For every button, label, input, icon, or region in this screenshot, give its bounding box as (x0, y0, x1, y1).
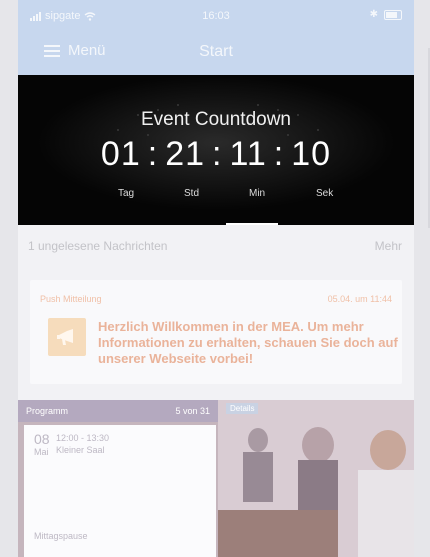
entry-day: 08 (34, 431, 50, 447)
program-entry[interactable]: 08 Mai 12:00 - 13:30 Kleiner Saal Mittag… (24, 425, 216, 557)
status-time: 16:03 (202, 10, 230, 22)
entry-room: Kleiner Saal (56, 445, 105, 455)
countdown-days: 01 (100, 135, 141, 173)
app-screen: sipgate 16:03 ✱ Menü Start Event Countdo… (18, 0, 414, 557)
hours-label: Std (184, 188, 200, 199)
message-date: 05.04. um 11:44 (327, 294, 392, 304)
countdown-minutes: 11 (229, 135, 267, 173)
more-link[interactable]: Mehr (375, 239, 402, 253)
entry-title: Mittagspause (34, 531, 88, 541)
program-counter: 5 von 31 (175, 406, 210, 416)
program-title: Programm (26, 406, 69, 416)
unread-count: 1 ungelesene Nachrichten (28, 239, 168, 253)
message-card[interactable]: Push Mitteilung 05.04. um 11:44 Herzlich… (30, 280, 402, 384)
bluetooth-icon: ✱ (369, 9, 378, 20)
countdown-hours: 21 (165, 135, 206, 173)
event-countdown: Event Countdown 01:21:11:10 Tag Std Min … (18, 75, 414, 225)
battery-icon (384, 9, 402, 20)
program-section: Programm 5 von 31 Details 08 Mai 12:00 -… (18, 400, 414, 557)
entry-time: 12:00 - 13:30 (56, 433, 110, 443)
days-label: Tag (118, 188, 135, 199)
page-title: Start (199, 43, 233, 60)
megaphone-icon (48, 318, 86, 356)
program-header: Programm 5 von 31 (18, 400, 218, 422)
navigation-bar: Menü Start (18, 30, 414, 75)
countdown-values: 01:21:11:10 (100, 135, 332, 173)
top-bar: sipgate 16:03 ✱ Menü Start (18, 0, 414, 75)
status-bar: sipgate 16:03 ✱ (18, 0, 414, 30)
messages-header: 1 ungelesene Nachrichten Mehr (18, 232, 414, 256)
details-button[interactable]: Details (226, 403, 259, 414)
message-type: Push Mitteilung (40, 294, 102, 304)
seconds-label: Sek (316, 188, 334, 199)
entry-month: Mai (34, 447, 49, 457)
page-indicator (226, 223, 278, 225)
status-right: ✱ (370, 9, 402, 20)
minutes-label: Min (249, 188, 266, 199)
message-text: Herzlich Willkommen in der MEA. Um mehr … (98, 319, 398, 366)
countdown-seconds: 10 (291, 135, 332, 173)
countdown-title: Event Countdown (141, 109, 291, 130)
